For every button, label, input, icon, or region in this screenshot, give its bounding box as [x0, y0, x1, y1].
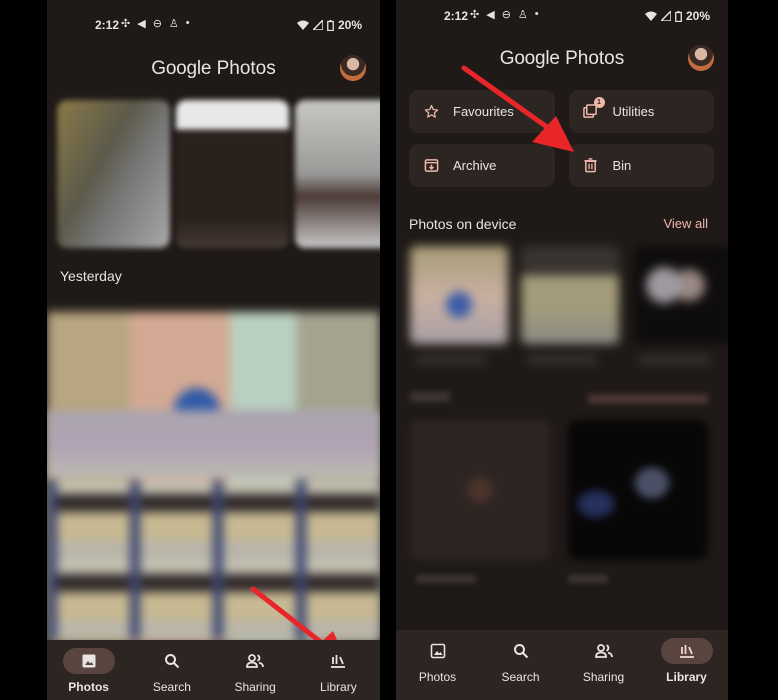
- library-icon: [312, 648, 364, 674]
- nav-label: Search: [501, 670, 540, 684]
- nav-library[interactable]: Library: [645, 630, 728, 700]
- messenger-icon: ⊖: [501, 9, 511, 21]
- memory-card[interactable]: [176, 100, 289, 248]
- telegram-icon: ◀: [137, 18, 146, 30]
- folder-caption: [527, 356, 597, 364]
- nav-sharing[interactable]: Sharing: [562, 630, 645, 700]
- dot-icon: •: [534, 8, 539, 20]
- account-avatar[interactable]: [688, 45, 714, 71]
- status-bar: 2:12 ✣ ◀ ⊖ ♙ • 20%: [47, 0, 380, 40]
- albums-action-link[interactable]: [588, 394, 708, 404]
- album-thumbnail[interactable]: [568, 420, 708, 560]
- nav-search[interactable]: Search: [130, 640, 213, 700]
- system-status: 20%: [296, 18, 362, 32]
- status-bar: 2:12 ✣ ◀ ⊖ ♙ • 20%: [396, 0, 728, 40]
- bottom-navigation: Photos Search Sharing Library: [47, 640, 380, 700]
- folder-caption: [640, 356, 710, 364]
- people-icon: [578, 638, 630, 664]
- search-icon: [146, 648, 198, 674]
- trash-icon: [583, 158, 599, 174]
- people-icon: [229, 648, 281, 674]
- notification-icons: ✣ ◀ ⊖ ♙ •: [470, 8, 539, 21]
- album-thumbnail[interactable]: [410, 420, 550, 560]
- nav-label: Photos: [68, 680, 109, 694]
- status-time: 2:12: [95, 18, 120, 32]
- nav-label: Search: [152, 680, 191, 694]
- photo-grid-row[interactable]: [47, 480, 380, 640]
- slack-icon: ✣: [121, 18, 131, 30]
- nav-label: Sharing: [582, 670, 625, 684]
- messenger-icon: ⊖: [152, 18, 162, 30]
- app-title: Google Photos: [499, 48, 625, 69]
- robot-icon: ♙: [517, 9, 528, 21]
- app-title: Google Photos: [151, 58, 276, 79]
- signal-icon: [312, 20, 323, 30]
- nav-label: Sharing: [234, 680, 276, 694]
- account-avatar[interactable]: [340, 55, 366, 81]
- wifi-icon: [644, 11, 657, 21]
- nav-search[interactable]: Search: [479, 630, 562, 700]
- photo-icon: [62, 648, 115, 674]
- robot-icon: ♙: [168, 18, 179, 30]
- phone-screen-library: 2:12 ✣ ◀ ⊖ ♙ • 20% Google Photos Favouri…: [396, 0, 728, 700]
- memories-carousel[interactable]: [57, 100, 380, 248]
- library-icon: [660, 638, 713, 664]
- device-folders-row: [396, 236, 728, 366]
- nav-photos[interactable]: Photos: [47, 640, 130, 700]
- album-caption: [416, 575, 476, 583]
- nav-label: Library: [320, 680, 357, 694]
- battery-icon: [675, 10, 682, 22]
- nav-photos[interactable]: Photos: [396, 630, 479, 700]
- nav-label: Photos: [418, 670, 457, 684]
- utilities-badge: 1: [593, 96, 605, 108]
- status-time: 2:12: [444, 9, 469, 23]
- library-shortcuts: Favourites 1 Utilities Archive Bin: [409, 90, 714, 187]
- search-icon: [495, 638, 547, 664]
- date-header: Yesterday: [60, 268, 122, 284]
- utilities-icon: 1: [583, 96, 605, 120]
- device-folder-thumbnail[interactable]: [521, 246, 619, 344]
- dot-icon: •: [185, 17, 190, 29]
- nav-sharing[interactable]: Sharing: [214, 640, 297, 700]
- button-label: Utilities: [612, 104, 655, 119]
- device-folder-thumbnail[interactable]: [634, 246, 728, 344]
- battery-icon: [327, 19, 334, 31]
- button-label: Bin: [612, 158, 632, 173]
- memory-card[interactable]: [57, 100, 170, 248]
- archive-button[interactable]: Archive: [409, 144, 555, 187]
- view-all-link[interactable]: View all: [663, 216, 708, 231]
- phone-screen-photos: 2:12 ✣ ◀ ⊖ ♙ • 20% Google Photos Yesterd…: [47, 0, 380, 700]
- telegram-icon: ◀: [486, 9, 495, 21]
- albums-heading: [410, 392, 450, 402]
- utilities-button[interactable]: 1 Utilities: [568, 90, 714, 133]
- memory-card[interactable]: [295, 100, 380, 248]
- album-caption: [568, 575, 608, 583]
- archive-icon: [423, 158, 439, 174]
- battery-percent: 20%: [685, 9, 710, 23]
- button-label: Archive: [453, 158, 497, 173]
- bin-button[interactable]: Bin: [568, 144, 714, 187]
- nav-library[interactable]: Library: [297, 640, 380, 700]
- system-status: 20%: [644, 9, 710, 23]
- folder-caption: [416, 356, 486, 364]
- signal-icon: [660, 11, 671, 21]
- bottom-navigation: Photos Search Sharing Library: [396, 630, 728, 700]
- device-folder-thumbnail[interactable]: [410, 246, 508, 344]
- photo-icon: [412, 638, 464, 664]
- battery-percent: 20%: [337, 18, 362, 32]
- favourites-button[interactable]: Favourites: [409, 90, 555, 133]
- wifi-icon: [296, 20, 309, 30]
- nav-label: Library: [666, 670, 707, 684]
- button-label: Favourites: [453, 104, 514, 119]
- star-icon: [423, 104, 439, 120]
- photos-on-device-heading: Photos on device: [409, 216, 517, 232]
- slack-icon: ✣: [470, 9, 480, 21]
- notification-icons: ✣ ◀ ⊖ ♙ •: [121, 17, 190, 30]
- photo-grid-row[interactable]: [47, 410, 380, 480]
